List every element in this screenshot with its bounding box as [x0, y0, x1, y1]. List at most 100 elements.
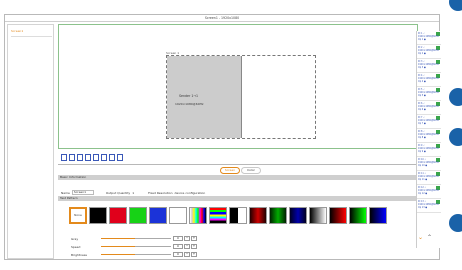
- pattern-red[interactable]: [109, 207, 127, 224]
- pattern-white[interactable]: [169, 207, 187, 224]
- name-label: Name: [61, 190, 70, 195]
- sender-resolution: 1920×1080@60Hz: [175, 102, 204, 106]
- gray-label: Gray: [71, 236, 79, 241]
- pattern-none[interactable]: None: [69, 207, 87, 224]
- card-output: Op 6 ●: [418, 108, 426, 111]
- pattern-green[interactable]: [129, 207, 147, 224]
- pattern-color-bars[interactable]: [189, 207, 207, 224]
- device-configuration-link[interactable]: device configuration: [175, 191, 206, 195]
- pattern-swatches: None: [69, 207, 387, 224]
- main-area: Screen 1 Sender 1→1 1920×1080@60Hz Scree…: [57, 24, 418, 259]
- pattern-red-gradient[interactable]: [249, 207, 267, 224]
- output-card[interactable]: ID 2 ✓ 1920×1080@60Hz Op 2 ●: [417, 45, 441, 59]
- tab-color[interactable]: Color: [241, 167, 261, 174]
- brightness-label: Brightness: [71, 252, 87, 257]
- basic-info-header: Basic Information: [58, 175, 418, 180]
- output-quantity-label: Output Quantity: [105, 190, 131, 195]
- output-card[interactable]: ID 6 ✓ 1920×1080@60Hz Op 6 ●: [417, 101, 441, 115]
- pattern-rainbow[interactable]: [209, 207, 227, 224]
- card-output: Op 4 ●: [418, 80, 426, 83]
- layout-single-icon[interactable]: [61, 154, 67, 161]
- sender-region[interactable]: Sender 1→1 1920×1080@60Hz: [167, 56, 242, 138]
- card-output: Op 11 ●: [418, 178, 428, 181]
- brightness-slider[interactable]: [101, 253, 171, 256]
- tab-screen[interactable]: Screen: [220, 167, 240, 174]
- layout-2row-icon[interactable]: [85, 154, 91, 161]
- speed-value[interactable]: 0: [173, 244, 183, 249]
- layout-grid-icon[interactable]: [109, 154, 115, 161]
- divider: [58, 164, 418, 165]
- pattern-gray-gradient[interactable]: [309, 207, 327, 224]
- output-panel: ID 1 ✓ 1920×1080@60Hz Op 1 ● ID 2 ✓ 1920×10…: [416, 31, 441, 248]
- speed-minus-button[interactable]: −: [184, 244, 190, 249]
- tab-bar: Screen Color: [220, 167, 261, 174]
- speed-slider[interactable]: [101, 245, 171, 248]
- card-output: Op 2 ●: [418, 52, 426, 55]
- pattern-black[interactable]: [89, 207, 107, 224]
- layout-4row-icon[interactable]: [101, 154, 107, 161]
- fixed-resolution-checkbox[interactable]: Fixed Resolution: [148, 191, 172, 195]
- gray-plus-button[interactable]: +: [191, 236, 197, 241]
- output-card[interactable]: ID 5 ✓ 1920×1080@60Hz Op 5 ●: [417, 87, 441, 101]
- brightness-row: Brightness 0 − +: [71, 251, 197, 258]
- pattern-blue-ramp[interactable]: [369, 207, 387, 224]
- chevron-down-icon[interactable]: ⌄: [418, 234, 423, 241]
- card-output: Op 3 ●: [418, 66, 426, 69]
- name-input[interactable]: Screen1: [71, 190, 94, 195]
- pattern-green-gradient[interactable]: [269, 207, 287, 224]
- output-card[interactable]: ID 1 ✓ 1920×1080@60Hz Op 1 ●: [417, 31, 441, 45]
- output-card[interactable]: ID 10 ✓ 1920×1080@60Hz Op 10 ●: [417, 157, 441, 171]
- layout-toolbar: [61, 154, 123, 162]
- screen-list: Screen1: [7, 24, 54, 259]
- decorative-circle: [449, 88, 462, 106]
- output-card[interactable]: ID 13 ✓ 1920×1080@60Hz Op 13 ●: [417, 199, 441, 213]
- card-output: Op 10 ●: [418, 164, 428, 167]
- output-quantity-value: 1: [132, 190, 135, 195]
- sender-label: Sender 1→1: [179, 94, 199, 98]
- card-output: Op 1 ●: [418, 38, 426, 41]
- card-output: Op 7 ●: [418, 122, 426, 125]
- gray-slider[interactable]: [101, 237, 171, 240]
- output-card[interactable]: ID 7 ✓ 1920×1080@60Hz Op 7 ●: [417, 115, 441, 129]
- screen-list-item[interactable]: Screen1: [11, 29, 53, 37]
- gray-minus-button[interactable]: −: [184, 236, 190, 241]
- card-output: Op 12 ●: [418, 192, 428, 195]
- card-output: Op 8 ●: [418, 136, 426, 139]
- speed-label: Speed: [71, 244, 81, 249]
- output-pager: ⌄ ⌃: [418, 234, 432, 241]
- pattern-red-ramp[interactable]: [329, 207, 347, 224]
- gray-value[interactable]: 0: [173, 236, 183, 241]
- brightness-minus-button[interactable]: −: [184, 252, 190, 257]
- layout-2col-icon[interactable]: [69, 154, 75, 161]
- decorative-circle: [449, 128, 462, 146]
- decorative-circle: [449, 214, 462, 232]
- test-pattern-header: Test Pattern: [58, 196, 418, 201]
- layout-3row-icon[interactable]: [93, 154, 99, 161]
- card-output: Op 9 ●: [418, 150, 426, 153]
- output-card[interactable]: ID 8 ✓ 1920×1080@60Hz Op 8 ●: [417, 129, 441, 143]
- pattern-checker[interactable]: [229, 207, 247, 224]
- output-card[interactable]: ID 9 ✓ 1920×1080@60Hz Op 9 ●: [417, 143, 441, 157]
- brightness-plus-button[interactable]: +: [191, 252, 197, 257]
- speed-row: Speed 0 − +: [71, 243, 197, 250]
- output-card[interactable]: ID 4 ✓ 1920×1080@60Hz Op 4 ●: [417, 73, 441, 87]
- output-card[interactable]: ID 3 ✓ 1920×1080@60Hz Op 3 ●: [417, 59, 441, 73]
- brightness-value[interactable]: 0: [173, 252, 183, 257]
- layout-custom-icon[interactable]: [117, 154, 123, 161]
- card-output: Op 5 ●: [418, 94, 426, 97]
- adjust-sliders: Gray 0 − + Speed 0 − + Brightness 0 − +: [71, 235, 197, 259]
- chevron-up-icon[interactable]: ⌃: [427, 234, 432, 241]
- output-card[interactable]: ID 11 ✓ 1920×1080@60Hz Op 11 ●: [417, 171, 441, 185]
- basic-info-row: Name Screen1 Output Quantity 1 Fixed Res…: [61, 190, 205, 195]
- main-window: Screen1 - 1920x1080 Screen1 Screen 1 Sen…: [4, 14, 440, 260]
- output-card[interactable]: ID 12 ✓ 1920×1080@60Hz Op 12 ●: [417, 185, 441, 199]
- gray-row: Gray 0 − +: [71, 235, 197, 242]
- pattern-blue-gradient[interactable]: [289, 207, 307, 224]
- pattern-blue[interactable]: [149, 207, 167, 224]
- pattern-green-ramp[interactable]: [349, 207, 367, 224]
- screen-canvas[interactable]: Screen 1 Sender 1→1 1920×1080@60Hz: [58, 24, 418, 149]
- layout-3col-icon[interactable]: [77, 154, 83, 161]
- window-title: Screen1 - 1920x1080: [5, 15, 439, 22]
- speed-plus-button[interactable]: +: [191, 244, 197, 249]
- screen-frame[interactable]: Sender 1→1 1920×1080@60Hz: [166, 55, 316, 139]
